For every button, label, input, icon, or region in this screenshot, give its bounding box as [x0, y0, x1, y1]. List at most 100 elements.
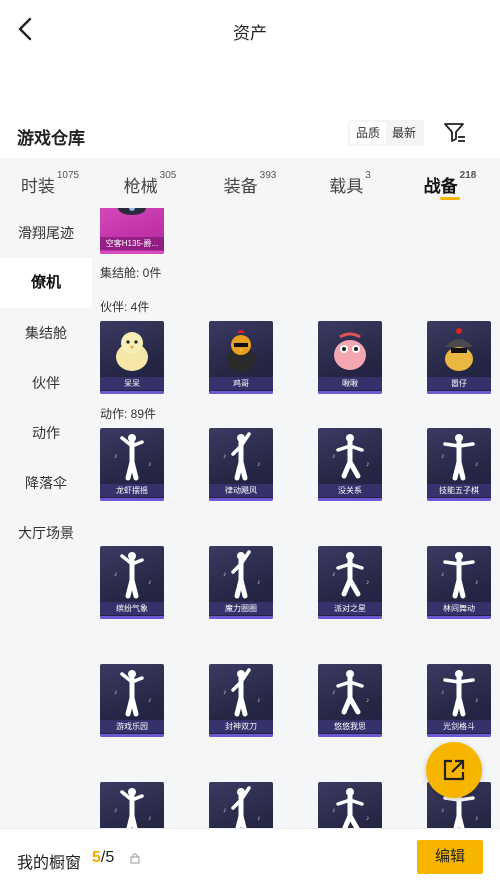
svg-text:♪: ♪ [223, 571, 227, 578]
action-card[interactable]: ♪ ♪ 律动飓风 [209, 428, 273, 501]
svg-text:♪: ♪ [332, 571, 336, 578]
dancer-icon: ♪♪ [223, 432, 261, 481]
sort-toggle: 品质 最新 [348, 120, 425, 146]
warehouse-header: 游戏仓库 品质 最新 [0, 112, 500, 158]
sidebar-item-partner[interactable]: 伙伴 [0, 358, 92, 408]
svg-text:♪: ♪ [257, 579, 261, 586]
lock-icon [130, 853, 140, 864]
dancer-icon: ♪♪ [332, 670, 370, 715]
partner-card[interactable]: 鸡哥 [209, 321, 273, 394]
category-tabs: 时装1075 枪械305 装备393 载具3 战备218 [0, 158, 500, 208]
svg-text:♪: ♪ [257, 815, 261, 822]
partner-card[interactable]: 呆呆 [100, 321, 164, 394]
showcase-count: 5/5 [92, 849, 115, 866]
svg-text:♪: ♪ [148, 579, 152, 586]
dancer-icon: ♪♪ [223, 550, 261, 599]
action-card[interactable]: ♪ ♪ [209, 782, 273, 828]
dancer-icon: ♪♪ [332, 552, 370, 597]
sort-quality-button[interactable]: 品质 [350, 122, 387, 144]
edit-button[interactable]: 编辑 [417, 840, 483, 874]
tab-vehicles[interactable]: 载具3 [300, 158, 400, 208]
assembly-count: 集结舱: 0件 [100, 266, 162, 280]
sidebar-item-action[interactable]: 动作 [0, 408, 92, 458]
action-count: 动作: 89件 [100, 407, 157, 421]
filter-icon[interactable] [441, 118, 469, 146]
dancer-icon: ♪♪ [114, 670, 152, 717]
svg-text:♪: ♪ [332, 453, 336, 460]
tab-equipment[interactable]: 装备393 [200, 158, 300, 208]
svg-text:♪: ♪ [475, 815, 479, 822]
svg-text:♪: ♪ [475, 697, 479, 704]
svg-text:♪: ♪ [366, 579, 370, 586]
svg-text:♪: ♪ [148, 697, 152, 704]
sidebar-item-wingman[interactable]: 僚机 [0, 258, 92, 308]
action-card[interactable]: ♪ ♪ 派对之星 [318, 546, 382, 619]
svg-text:♪: ♪ [114, 453, 118, 460]
sort-latest-button[interactable]: 最新 [386, 122, 422, 144]
partner-count: 伙伴: 4件 [100, 300, 150, 314]
dancer-icon: ♪♪ [441, 434, 479, 481]
action-card[interactable]: ♪ ♪ 魔力圈圈 [209, 546, 273, 619]
svg-text:♪: ♪ [332, 807, 336, 814]
chick-icon [116, 332, 148, 371]
showcase-bar: 我的橱窗 5/5 编辑 [0, 828, 500, 885]
action-card[interactable]: ♪ ♪ 没关系 [318, 428, 382, 501]
dancer-icon: ♪♪ [114, 434, 152, 481]
pink-bird-icon [334, 332, 366, 370]
svg-text:♪: ♪ [223, 807, 227, 814]
action-card[interactable]: ♪ ♪ 悠悠我思 [318, 664, 382, 737]
dancer-icon: ♪♪ [114, 788, 152, 828]
svg-text:♪: ♪ [441, 571, 445, 578]
svg-text:♪: ♪ [148, 461, 152, 468]
sidebar-item-assembly-pod[interactable]: 集结舱 [0, 308, 92, 358]
share-button[interactable] [426, 742, 482, 798]
share-icon [443, 759, 465, 781]
dancer-icon: ♪♪ [223, 668, 261, 717]
dancer-icon: ♪♪ [441, 552, 479, 599]
svg-text:♪: ♪ [441, 453, 445, 460]
helmet-chick-icon [445, 328, 473, 371]
svg-text:♪: ♪ [114, 689, 118, 696]
sidebar-item-lobby-scene[interactable]: 大厅场景 [0, 508, 92, 558]
svg-text:♪: ♪ [475, 579, 479, 586]
action-card[interactable]: ♪ ♪ 光剑格斗 [427, 664, 491, 737]
svg-text:♪: ♪ [114, 807, 118, 814]
action-card[interactable]: ♪ ♪ 缤纷气象 [100, 546, 164, 619]
tab-battle-prep[interactable]: 战备218 [400, 158, 500, 208]
action-card[interactable]: ♪ ♪ 龙虾摆摇 [100, 428, 164, 501]
sidebar-item-parachute[interactable]: 降落伞 [0, 458, 92, 508]
action-card[interactable]: ♪ ♪ 技能五子棋 [427, 428, 491, 501]
showcase-label: 我的橱窗 [17, 855, 82, 872]
dancer-icon: ♪♪ [332, 788, 370, 828]
svg-text:♪: ♪ [332, 689, 336, 696]
partner-card[interactable]: 嚣仔 [427, 321, 491, 394]
page-title: 资产 [233, 24, 267, 43]
tab-fashion[interactable]: 时装1075 [0, 158, 100, 208]
dancer-icon: ♪♪ [332, 434, 370, 479]
action-card[interactable]: ♪ ♪ 林间舞动 [427, 546, 491, 619]
svg-text:♪: ♪ [257, 461, 261, 468]
tab-weapons[interactable]: 枪械305 [100, 158, 200, 208]
active-tab-indicator [440, 197, 460, 200]
svg-text:♪: ♪ [441, 689, 445, 696]
action-card[interactable]: ♪ ♪ 封神双刀 [209, 664, 273, 737]
svg-text:♪: ♪ [366, 815, 370, 822]
svg-text:♪: ♪ [475, 461, 479, 468]
svg-text:♪: ♪ [441, 807, 445, 814]
svg-text:♪: ♪ [366, 697, 370, 704]
sidebar: 滑翔尾迹 僚机 集结舱 伙伴 动作 降落伞 大厅场景 [0, 208, 92, 828]
sidebar-item-glide-trail[interactable]: 滑翔尾迹 [0, 208, 92, 258]
warehouse-title: 游戏仓库 [17, 129, 85, 148]
action-card[interactable]: ♪ ♪ [318, 782, 382, 828]
action-card[interactable]: ♪ ♪ [100, 782, 164, 828]
wingman-item-card[interactable]: 空客H135-爵... [100, 208, 164, 254]
svg-text:♪: ♪ [148, 815, 152, 822]
svg-text:♪: ♪ [114, 571, 118, 578]
action-card[interactable]: ♪ ♪ 游戏乐园 [100, 664, 164, 737]
svg-text:♪: ♪ [366, 461, 370, 468]
dancer-icon: ♪♪ [223, 786, 261, 828]
partner-card[interactable]: 啾啾 [318, 321, 382, 394]
dancer-icon: ♪♪ [114, 552, 152, 599]
svg-text:♪: ♪ [223, 689, 227, 696]
svg-text:♪: ♪ [223, 453, 227, 460]
